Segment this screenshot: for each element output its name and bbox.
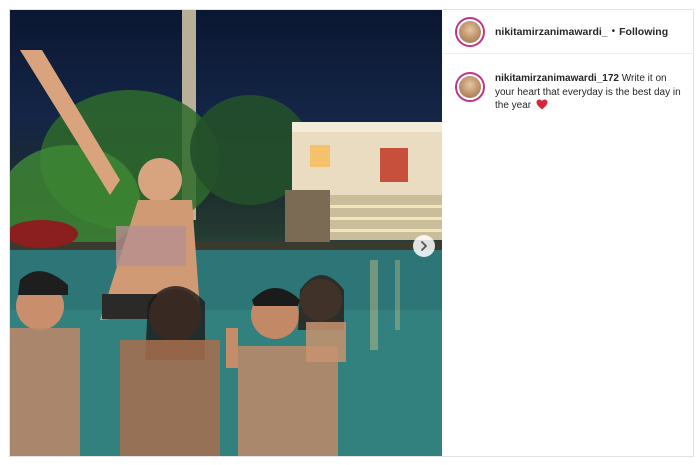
avatar[interactable]	[455, 16, 485, 47]
carousel-next-button[interactable]	[413, 235, 435, 257]
header-username[interactable]: nikitamirzanimawardi_	[495, 26, 608, 38]
chevron-right-icon	[421, 241, 427, 251]
caption-comment: nikitamirzanimawardi_172 Write it on you…	[455, 72, 687, 113]
pool-night-scene	[10, 10, 442, 456]
red-heart-icon	[536, 99, 548, 110]
post-header: nikitamirzanimawardi_ • Following	[443, 10, 693, 54]
caption-text-block: nikitamirzanimawardi_172 Write it on you…	[495, 72, 687, 113]
instagram-post: nikitamirzanimawardi_ • Following nikita…	[9, 9, 694, 457]
separator-dot: •	[611, 26, 616, 37]
post-photo[interactable]	[10, 10, 442, 456]
following-button[interactable]: Following	[619, 26, 668, 38]
caption-avatar[interactable]	[455, 72, 485, 102]
caption-username[interactable]: nikitamirzanimawardi_172	[495, 73, 619, 84]
post-sidebar: nikitamirzanimawardi_ • Following nikita…	[443, 10, 693, 456]
